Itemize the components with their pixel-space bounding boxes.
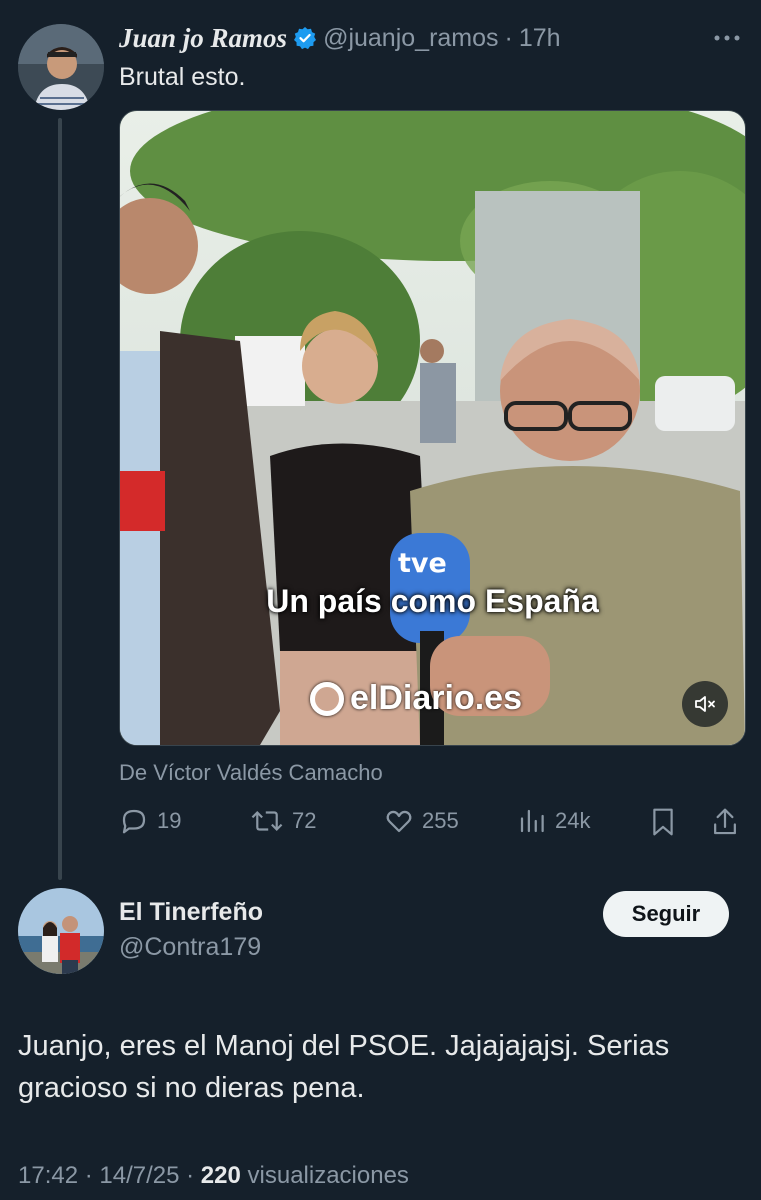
watermark-text: elDiario.es xyxy=(350,679,522,717)
author-name[interactable]: Juan jo Ramos xyxy=(119,23,287,54)
watermark-logo-icon xyxy=(310,681,344,716)
verified-badge-icon xyxy=(293,26,317,50)
follow-button[interactable]: Seguir xyxy=(603,891,729,937)
bookmark-button[interactable] xyxy=(648,806,678,843)
like-count: 255 xyxy=(422,808,459,833)
mute-button[interactable] xyxy=(682,681,728,727)
reply-text: Juanjo, eres el Manoj del PSOE. Jajajaja… xyxy=(18,1030,670,1104)
tweet-text: Brutal esto. xyxy=(119,63,246,91)
author-avatar[interactable] xyxy=(18,24,104,110)
retweet-action[interactable]: 72 xyxy=(250,806,316,836)
video-frame-illustration xyxy=(120,111,745,745)
views-action[interactable]: 24k xyxy=(517,806,590,836)
heart-icon xyxy=(386,810,412,833)
like-action[interactable]: 255 xyxy=(384,806,459,836)
tweet-time[interactable]: 17h xyxy=(519,24,561,53)
video-watermark: elDiario.es xyxy=(310,679,522,718)
retweet-count: 72 xyxy=(292,808,317,833)
reply-views-label: visualizaciones xyxy=(247,1162,409,1189)
speaker-muted-icon xyxy=(695,696,715,712)
dot-separator: · xyxy=(504,23,513,52)
reply-author-handle[interactable]: @Contra179 xyxy=(119,933,261,962)
views-count: 24k xyxy=(555,808,591,833)
retweet-icon xyxy=(251,810,283,832)
more-options-icon[interactable] xyxy=(710,28,744,48)
tweet-video[interactable]: tve Un país como España elDiario.es xyxy=(119,110,746,746)
reply-timestamp[interactable]: 17:42 · 14/7/25 · xyxy=(18,1162,201,1189)
reply-author-avatar[interactable] xyxy=(18,888,104,974)
bookmark-icon xyxy=(653,808,673,836)
views-chart-icon xyxy=(520,809,544,833)
reply-icon xyxy=(122,809,146,834)
media-attribution[interactable]: De Víctor Valdés Camacho xyxy=(119,760,383,786)
reply-author-name[interactable]: El Tinerfeño xyxy=(119,898,263,927)
tweet-header: Juan jo Ramos @juanjo_ramos · 17h xyxy=(119,22,561,54)
reply-action[interactable]: 19 xyxy=(119,806,181,836)
reply-count: 19 xyxy=(157,808,182,833)
thread-line xyxy=(58,118,62,880)
reply-meta: 17:42 · 14/7/25 · 220 visualizaciones xyxy=(18,1162,409,1190)
author-handle[interactable]: @juanjo_ramos xyxy=(323,24,498,53)
video-caption: Un país como España xyxy=(266,583,599,619)
reply-views-count: 220 xyxy=(200,1162,241,1189)
share-icon xyxy=(714,808,736,835)
mic-label: tve xyxy=(398,548,447,579)
share-button[interactable] xyxy=(710,806,740,843)
